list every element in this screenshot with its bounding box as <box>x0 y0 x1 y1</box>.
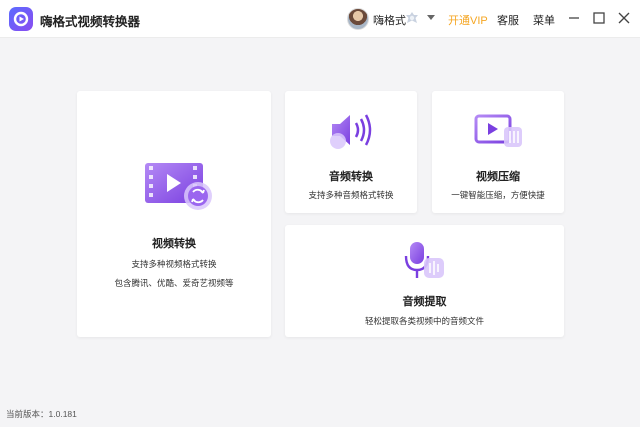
version-info: 当前版本：1.0.181 <box>6 408 77 420</box>
app-title: 嗨格式视频转换器 <box>40 15 141 29</box>
video-convert-desc-1: 支持多种视频格式转换 <box>131 259 217 269</box>
audio-extract-card[interactable]: 音频提取 轻松提取各类视频中的音频文件 <box>285 225 564 337</box>
version-number: 1.0.181 <box>48 409 77 419</box>
video-convert-card[interactable]: 视频转换 支持多种视频格式转换 包含腾讯、优酷、爱奇艺视频等 <box>77 91 271 337</box>
audio-extract-icon <box>404 242 444 278</box>
avatar[interactable] <box>347 8 369 30</box>
service-link[interactable]: 客服 <box>497 12 519 28</box>
version-label: 当前版本： <box>6 409 49 419</box>
maximize-icon[interactable] <box>591 10 607 26</box>
app-logo-icon <box>9 7 33 31</box>
chevron-down-icon[interactable] <box>427 15 435 20</box>
video-compress-title: 视频压缩 <box>476 171 520 183</box>
video-compress-desc: 一键智能压缩，方便快捷 <box>451 190 545 200</box>
audio-convert-icon <box>330 114 372 149</box>
audio-convert-desc: 支持多种音频格式转换 <box>308 190 394 200</box>
title-bar: 嗨格式视频转换器 嗨格式 开通VIP 客服 菜单 <box>0 0 640 38</box>
menu-link[interactable]: 菜单 <box>533 12 555 28</box>
video-convert-title: 视频转换 <box>152 238 196 250</box>
audio-convert-card[interactable]: 音频转换 支持多种音频格式转换 <box>285 91 417 213</box>
video-convert-icon <box>145 163 212 210</box>
username[interactable]: 嗨格式 <box>373 12 406 28</box>
audio-extract-title: 音频提取 <box>402 296 447 308</box>
audio-extract-desc: 轻松提取各类视频中的音频文件 <box>364 316 484 326</box>
audio-convert-title: 音频转换 <box>329 171 373 183</box>
vip-badge-icon <box>406 12 418 23</box>
video-compress-card[interactable]: 视频压缩 一键智能压缩，方便快捷 <box>432 91 564 213</box>
video-compress-icon <box>474 114 522 147</box>
close-icon[interactable] <box>616 10 632 26</box>
video-convert-desc-2: 包含腾讯、优酷、爱奇艺视频等 <box>114 278 234 288</box>
open-vip-link[interactable]: 开通VIP <box>448 12 488 28</box>
minimize-icon[interactable] <box>566 10 582 26</box>
